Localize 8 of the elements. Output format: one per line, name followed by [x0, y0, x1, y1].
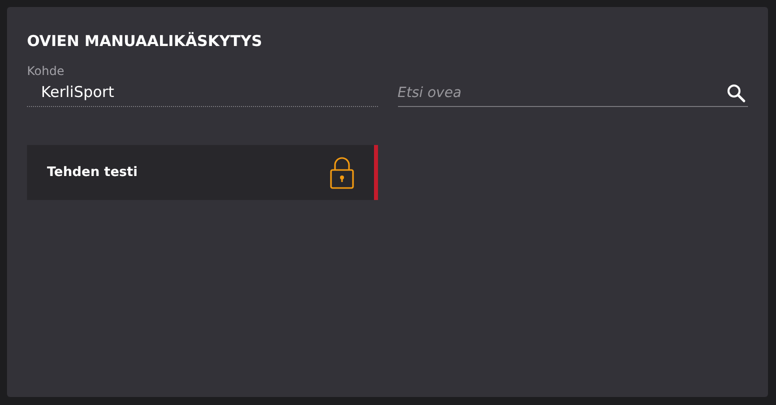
door-name: Tehden testi [47, 165, 138, 180]
padlock-closed-icon[interactable] [330, 156, 354, 189]
target-select[interactable]: KerliSport [27, 79, 378, 107]
search-icon[interactable] [726, 83, 746, 103]
field-label: Kohde [27, 63, 66, 79]
door-card[interactable]: Tehden testi [27, 145, 378, 200]
dialog-title: OVIEN MANUAALIKÄSKYTYS [27, 31, 264, 52]
search-field[interactable]: Etsi ovea [398, 82, 726, 104]
